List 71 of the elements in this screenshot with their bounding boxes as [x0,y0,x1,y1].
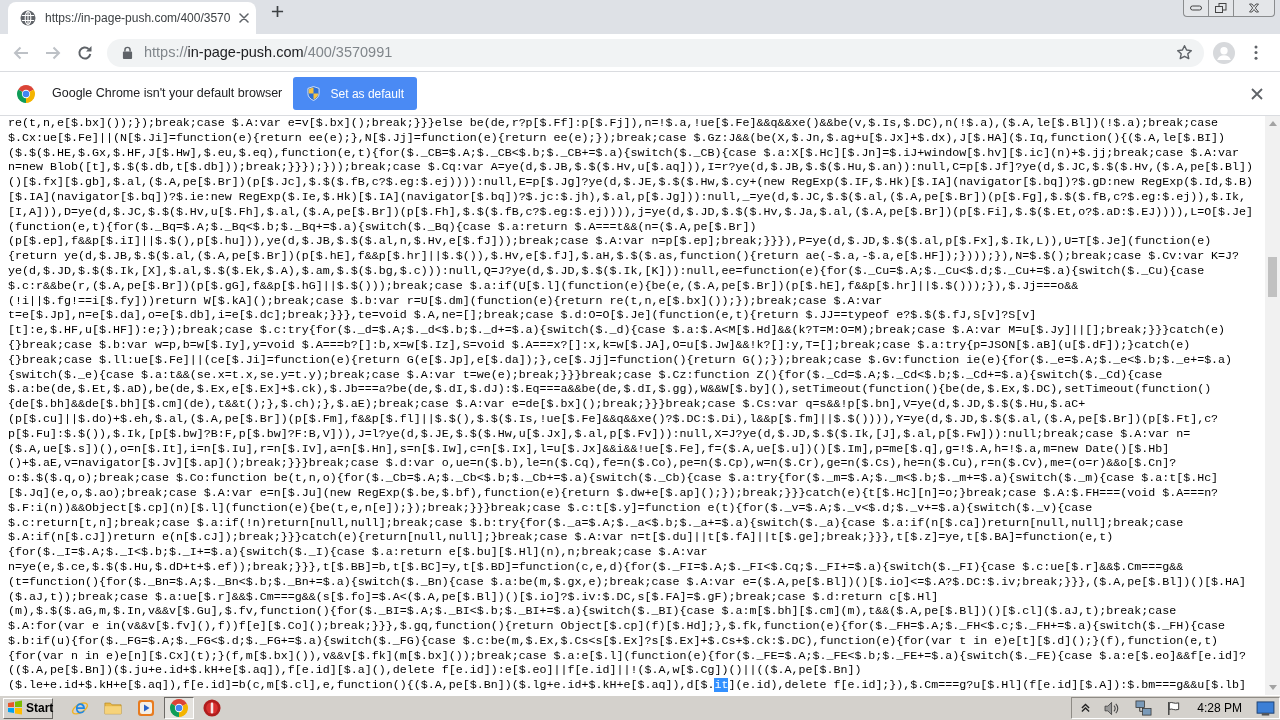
code-line: o:$.$($.q,o);break;case $.Co:function be(t,n,o){for($._Cb=$.A;$._Cb<$.b;$._Cb+=$.a){switch($._Cb){case $.a:try{for($._m=$.A;$._m<$.b;$._m+=$.a){switch($._m){case $.a:t[$.Hc] [8,471,1220,486]
code-line: {}break;case $.ll:ue[$.Fe]||(ce[$.Ji]=function(e){return G(e[$.Jp],e[$.da]);},ce[$.Jj]=function(){return G();});break;case $.Gv:function ie(e){for($._e=$.A;$._e<$.b;$._e+=$.a) [8,352,1234,368]
code-line: {switch($._e){case $.a:t&&(se.x=t.x,se.y=t.y);break;case $.A:var t=we(e);break;}}}break;case $.Cz:function Z(){for($._Cd=$.A;$._Cd<$.b;$._Cd+=$.a){switch($._Cd){case [8,367,1164,383]
code-line: {for($._I=$.A;$._I<$.b;$._I+=$.a){switch($._I){case $.a:return e[$.bu][$.Hl](n),n;break;case $.A:var [8,545,709,560]
code-line: n=new Blob([t],$.$($.db,t[$.db]));break;}}});}));break;case $.Cq:var A=ye(d,$.JB,$.$($.Hv,u[$.aq])),I=r?ye(d,$.JB,$.$($.Hu,$.an)):null,C=p[$.Jf]?ye(d,$.JC,$.$($.Hv,($.A,pe[$.Bl]) [8,160,1255,176]
circle-bar-icon [203,699,221,717]
code-line: ($.le+e.id+$.kH+e[$.aq]),f[e.id]=b(c,m[$.cl],e,function(){($.A,pe[$.Bn])($.lg+e.id+$.kH+e[$.aq]),d[$.it](e.id),delete f[e.id];}),$.Cm===g?u[$.Hl](f[e.id][$.A]):$.bm===g&&u[$.lb] [8,678,1248,694]
restore-icon [1215,3,1227,13]
close-icon[interactable] [239,13,250,23]
code-line: ($.A,ue[$.s])(),o=n[$.It],i=n[$.Iu],r=n[$.Iv],a=n[$.Hn],s=n[$.Iw],c=n[$.Ix],l=u[$.Jx]&&i&&!ue[$.Fe],f=($.A,ue[$.u])()[$.Im],p=me[$.q],g=!$.A,h=!$.a,m=new Date()[$.Hb] [8,441,1171,457]
code-line: $.b:if(u){for($._FG=$.A;$._FG<$.d;$._FG+=$.a){switch($._FG){case $.c:be(m,$.Ex,$.Cs<s[$.Ex]?s[$.Ex]+$.Cs+$.ck:$.DC),function(e){for(var t in e)e[t][$.d]();}(f),function(e,t) [8,633,1220,649]
start-button[interactable]: Start [3,697,53,719]
clock-time[interactable]: 4:28 PM [1197,699,1242,717]
restore-button[interactable] [1208,0,1233,17]
code-line: (!i||$.fg!==i[$.fy]))return W[$.kA]();break;case $.b:var r=U[$.dm](function(e){return re(t,n,e[$.bx]());});break;case $.A:var [8,293,884,309]
shield-icon [306,86,320,101]
code-line: (p[$.ep],f&&p[$.iI]||$.$(),p[$.hu])),ye(d,$.JB,$.$($.al,n,$.Hv,e[$.fJ]));break;case $.A:var n=p[$.ep];break;}}}),P=ye(d,$.JD,$.$($.al,p[$.Fx],$.Ik,L)),U=T[$.Je](function(e) [8,234,1213,250]
globe-icon [20,10,36,26]
start-logo-icon [7,700,23,716]
plus-icon[interactable] [271,5,284,18]
taskbar-button[interactable] [164,697,194,719]
code-line: {de[$.bh]&&de[$.bh][$.cm](de),t&&t();},$.ch);},$.aE);break;case $.A:var e=de[$.bx]();break;}}}break;case $.Cs:var q=s&&!p[$.bn],V=ye(d,$.JD,$.$($.Hu,$.aC+ [8,397,1087,412]
code-line: (function(e,t){for($._Bq=$.A;$._Bq<$.b;$._Bq+=$.a){switch($._Bq){case $.a:return $.A===t&&(n=($.A,pe[$.Br]) [8,219,758,235]
reload-icon[interactable] [77,44,93,61]
code-line: $.Cx:ue[$.Fe]||(N[$.Ji]=function(e){return ee(e);},N[$.Jj]=function(e){return ee(e);});break;case $.Gz:J&&(be(X,$.Jn,$.ag+u[$.Jx]+$.dx),J[$.HA]($.Iq,function(){($.A,le[$.BI]) [8,130,1227,146]
code-line: $.A:if(n[$.cJ])return e(n[$.cJ]);break;}}}catch(e){return[null,null];}break;case $.A:var n=t[$.du]||t[$.fA]||t[$.ge];break;}}},t[$.z]=ye,t[$.BA]=function(e,t) [8,530,1115,546]
code-line: {return ye(d,$.JB,$.$($.al,($.A,pe[$.Br])(p[$.hE],f&&p[$.hr]||$.$()),$.Hv,e[$.fJ],$.aH,$.$($.as,function(){return ae(-$.a,-$.a,e[$.HF]);})));}),N=$.$();break;case $.Cv:var K=J? [8,249,1241,264]
code-line: p[$.Fu]:$.$()),$.Ik,[p[$.bw]?B:F,p[$.bw]?F:B,V])),J=l?ye(d,$.JE,$.$($.Hw,u[$.Jx],$.al,p[$.Fv])):null,X=J?ye(d,$.JD,$.$($.Ik,[J],$.al,p[$.Fw])):null;break;case $.A:var n= [8,426,1192,442]
close-icon[interactable] [1251,87,1263,100]
code-line: {for(var n in e)e[n][$.Cx](t);}(f,m[$.bx]()),v&&v[$.fk](m[$.bx]());break;case $.a:e[$.l](function(e){for($._FE=$.A;$._FE<$.b;$._FE+=$.a){switch($._FE){case $.a:e[$.eo]&&f[e.id]? [8,648,1248,664]
code-line: [$.Jq](e,o,$.ao);break;case $.A:var e=n[$.Ju](new RegExp($.be,$.bf),function(e){return $.dw+e[$.ap]();});break;}}}catch(e){t[$.Hc][n]=o;}break;case $.A:$.FH===(void $.A===n? [8,485,1220,501]
code-line: [$.IA](navigator[$.bq])?$.ie:new RegExp($.Ie,$.Hk)[$.IA](navigator[$.bq])?$.jc:$.jh),$.al,p[$.Jg])):null,_=ye(d,$.JC,$.$($.al,($.A,pe[$.Br])(p[$.Fg],$.$($.fB,c?$.eg:$.ej)),$.Ik, [8,190,1248,205]
e-logo-icon [71,699,89,717]
code-line: ($.$($.HE,$.Gx,$.HF,J[$.Hw],$.eu,$.eq),function(e,t){for($._CB=$.A;$._CB<$.b;$._CB+=$.a){switch($._CB){case $.a:X[$.Hc][$.Jn]=$.iJ+window[$.hv][$.ic](n)+$.jj;break;case $.A:var [8,145,1241,161]
code-line: $.a:be(de,$.Et,$.aD),be(de,$.Ex,e[$.Ex]+$.ck),$.Jb===a?be(de,$.dI,$.dJ):$.Eq===a&&be(de,$.dI,$.gg),W&&W[$.by](),setTimeout(function(){be(de,$.Ex,$.DC),setTimeout(function() [8,382,1213,398]
code-line: $.c:r&&be(r,($.A,pe[$.Br])(p[$.gG],f&&p[$.hG]||$.$()));break;case $.a:if(U[$.l](function(e){be(e,($.A,pe[$.Br])(p[$.hE],f&&p[$.hr]||$.$()));}),$.Jj===o&& [8,278,1080,294]
scroll-thumb[interactable] [1268,257,1277,297]
window-close-button[interactable] [1233,0,1275,17]
code-line: ()+$.aE,v=navigator[$.Jv][$.ap]();break;}}}break;case $.d:var o,ue=n($.b),le=n($.Cq),fe=n($.Co),pe=n($.Cp),w=n($.Cr),ge=n($.Cs),he=n($.Cu),r=n($.Cv),me=(o=r)&&o[$.Cn]? [8,456,1178,472]
network-icon[interactable] [1135,699,1153,717]
code-line: re(t,n,e[$.bx]());});break;case $.A:var e=v[$.bx]();break;}}}else be(de,r?p[$.Ff]:p[$.Fj]),n=!$.a,!ue[$.Fe]&&q&&xe()&&be(v,$.Is,$.DC),n(!$.a),($.A,le[$.Bl])(!$.a);break;case [8,116,1220,131]
show-desktop-icon[interactable] [1256,700,1275,716]
media-player-icon [137,699,155,717]
address-field[interactable]: https://in-page-push.com/400/3570991 [107,38,1204,67]
code-line: (t=function(){for($._Bn=$.A;$._Bn<$.b;$._Bn+=$.a){switch($._Bn){case $.a:be(m,$.gx,e);break;case $.A:var e=($.A,pe[$.Bl])()[$.io]<=$.A?$.DC:$.iv;break;}}},($.A,pe[$.Bl])()[$.HA] [8,574,1248,590]
code-line: t=e[$.Jp],n=e[$.da],o=e[$.db],i=e[$.dc];break;}}},te=void $.A,ne=[];break;case $.d:O=O[$.Je](function(e,t){return $.JJ==typeof e?$.$($.fJ,S[v]?S[v] [8,308,1038,324]
code-line: {}break;case $.b:var w=p,b=w[$.Iy],y=void $.A===b?[]:b,x=w[$.Iz],S=void $.A===x?[]:x,k=w[$.JA],O=u[$.Jw]&&!k?[]:y,T=[];break;case $.a:try{p=JSON[$.aB](u[$.dF]);}catch(e) [8,337,1192,353]
code-line: ()[$.fx][$.gb],$.al,($.A,pe[$.Br])(p[$.Jc],$.$($.fB,c?$.eg:$.ej)))):null,E=p[$.Jg]?ye(d,$.JE,$.$($.Hw,$.cy+(new RegExp($.IF,$.Hk)[$.IA](navigator[$.bq])?$.gD:new RegExp($.Id,$.B) [8,175,1255,190]
minimize-icon [1190,3,1202,13]
browser-logo-icon [170,699,188,717]
chevron-up-icon[interactable] [1081,703,1091,713]
browser-logo-icon [17,84,35,103]
browser-tab[interactable]: https://in-page-push.com/400/3570 [8,2,256,34]
code-line: [I,A])),D=ye(d,$.JC,$.$($.Hv,u[$.Fh],$.al,($.A,pe[$.Br])(p[$.Fh],$.$($.fB,c?$.eg:$.ej)))),j=ye(d,$.JD,$.$($.Hv,$.Ja,$.al,($.A,pe[$.Br])(p[$.Fi],$.$($.Et,o?$.aD:$.EJ)))),L=O[$.Je] [8,204,1255,220]
code-line: (p[$.cu]||$.do)+$.eh,$.al,($.A,pe[$.Br])(p[$.Fm],f&&p[$.fl]||$.$(),$.$($.Is,!ue[$.Fe]&&q&&xe()?$.DC:$.Di),l&&p[$.fm]||$.$()))),Y=ye(d,$.JD,$.$($.al,($.A,pe[$.Br])(p[$.Ft],c? [8,411,1220,427]
code-line: n=ye(e,$.ce,$.$($.Hu,$.dD+t+$.ef));break;}}},t[$.BB]=b,t[$.BC]=y,t[$.BD]=function(c,e,d){for($._FI=$.A;$._FI<$.Cq;$._FI+=$.a){switch($._FI){case $.c:ue[$.r]&&$.Cm===g&& [8,559,1185,575]
code-line: $.c:return[t,n];break;case $.a:if(!n)return[null,null];break;case $.b:try{for($._a=$.A;$._a<$.b;$._a+=$.a){switch($._a){case $.a:if(n[$.ca])return[null,null];break;case [8,515,1185,531]
code-line: $.F:i(n))&&Object[$.cp](n)[$.l](function(e){be(t,e,n[e]);});break;}}}break;case $.c:t[$.y]=function e(t){for($._v=$.A;$._v<$.d;$._v+=$.a){switch($._v){case [8,500,1094,516]
star-icon[interactable] [1176,44,1193,61]
infobar-message: Google Chrome isn't your default browser [52,85,283,103]
folder-icon [104,699,122,717]
code-line: ye(d,$.JD,$.$($.Ik,[X],$.al,$.$($.Ek,$.A),$.am,$.$($.bg,$.c))):null,Q=J?ye(d,$.JD,$.$($.Ik,[K])):null,ee=function(e){for($._Cu=$.A;$._Cu<$.d;$._Cu+=$.a){switch($._Cu){case [8,263,1206,279]
close-icon [1248,3,1260,13]
code-line: $.A:for(var e in(v&&v[$.fv](),f))f[e][$.Co]();break;}}},$.gq,function(){return Object[$.cp](f)[$.Hd];},$.fk,function(e){for($._FH=$.A;$._FH<$.c;$._FH+=$.a){switch($._FH){case [8,619,1227,634]
code-line: (($.A,pe[$.Bn])($.ju+e.id+$.kH+e[$.aq]),f[e.id][$.a](),delete f[e.id]):e[$.eo]||f[e.id]||!($.A,w[$.Cg])()||(($.A,pe[$.Bn]) [8,663,863,679]
code-line: (m),$.$($.aG,m,$.In,v&&v[$.Gu],$.fv,function(){for($._BI=$.A;$._BI<$.b;$._BI+=$.a){switch($._BI){case $.a:m[$.bh][$.cm](m),t&&($.A,pe[$.Bl])()[$.cl]($.aJ,t);break;case [8,604,1178,620]
code-line: [t]:e,$.HF,u[$.HF]):e;});break;case $.c:try{for($._d=$.A;$._d<$.b;$._d+=$.a){switch($._d){case $.a:$.A<M[$.Hd]&&(k?T=M:O=M);break;case $.A:var M=u[$.Jy]||[];break;}}}catch(e) [8,323,1227,338]
menu-icon[interactable] [1254,45,1258,60]
flag-icon[interactable] [1166,700,1182,716]
lock-icon [122,46,133,59]
code-line: ($.aJ,t));break;case $.a:ue[$.r]&&$.Cm===g&&(s[$.fo]=$.A<($.A,pe[$.Bl])()[$.io]?$.iv:$.DC,s[$.FA]=$.gF);break;case $.d:return c[$.Hl] [8,589,940,605]
